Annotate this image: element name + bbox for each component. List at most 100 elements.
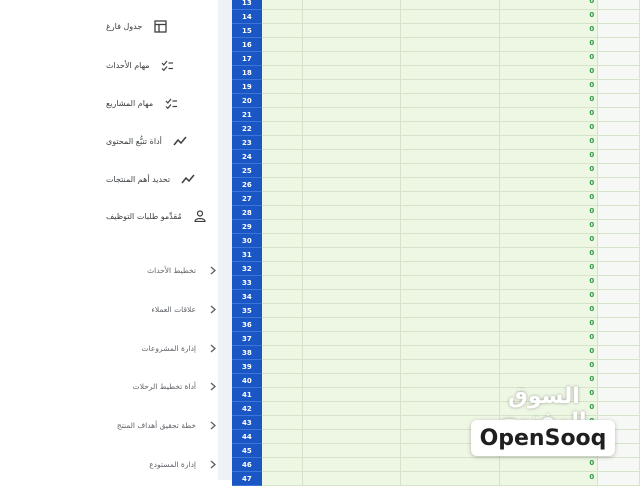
table-cell[interactable] — [261, 234, 303, 248]
table-cell[interactable] — [261, 24, 303, 38]
table-cell[interactable] — [302, 150, 402, 164]
table-cell[interactable]: 0 — [499, 52, 599, 66]
table-cell[interactable]: 0 — [499, 0, 599, 10]
table-cell[interactable] — [302, 416, 402, 430]
table-cell[interactable] — [302, 346, 402, 360]
table-cell[interactable] — [261, 360, 303, 374]
table-cell[interactable] — [401, 458, 500, 472]
table-cell[interactable] — [598, 94, 640, 108]
sidebar-item-content-tracker[interactable]: أداة تتبُّع المحتوى — [106, 131, 218, 151]
table-cell[interactable]: 0 — [499, 472, 599, 486]
row-number[interactable]: 45 — [232, 444, 262, 458]
table-row[interactable]: 46 0 — [232, 458, 640, 472]
table-cell[interactable] — [401, 332, 500, 346]
table-cell[interactable] — [401, 276, 500, 290]
table-cell[interactable] — [401, 472, 500, 486]
table-row[interactable]: 18 0 — [232, 66, 640, 80]
table-row[interactable]: 30 0 — [232, 234, 640, 248]
table-cell[interactable] — [401, 164, 500, 178]
table-cell[interactable] — [598, 206, 640, 220]
row-number[interactable]: 35 — [232, 304, 262, 318]
row-number[interactable]: 38 — [232, 346, 262, 360]
table-cell[interactable]: 0 — [499, 122, 599, 136]
row-number[interactable]: 30 — [232, 234, 262, 248]
table-cell[interactable]: 0 — [499, 108, 599, 122]
table-cell[interactable]: 0 — [499, 80, 599, 94]
table-cell[interactable] — [401, 38, 500, 52]
table-cell[interactable] — [302, 234, 402, 248]
table-cell[interactable] — [401, 0, 500, 10]
table-row[interactable]: 27 0 — [232, 192, 640, 206]
table-row[interactable]: 36 0 — [232, 318, 640, 332]
sidebar-item-event-tasks[interactable]: مهام الأحداث — [106, 55, 218, 75]
row-number[interactable]: 19 — [232, 80, 262, 94]
row-number[interactable]: 25 — [232, 164, 262, 178]
table-row[interactable]: 24 0 — [232, 150, 640, 164]
table-cell[interactable]: 0 — [499, 318, 599, 332]
table-cell[interactable] — [401, 192, 500, 206]
table-cell[interactable] — [261, 66, 303, 80]
table-cell[interactable] — [302, 374, 402, 388]
table-cell[interactable] — [401, 136, 500, 150]
table-cell[interactable] — [401, 234, 500, 248]
row-number[interactable]: 41 — [232, 388, 262, 402]
row-number[interactable]: 21 — [232, 108, 262, 122]
table-cell[interactable] — [401, 206, 500, 220]
table-cell[interactable] — [261, 444, 303, 458]
row-number[interactable]: 16 — [232, 38, 262, 52]
table-cell[interactable] — [401, 52, 500, 66]
table-cell[interactable] — [302, 178, 402, 192]
table-cell[interactable] — [302, 458, 402, 472]
table-cell[interactable] — [261, 276, 303, 290]
row-number[interactable]: 37 — [232, 332, 262, 346]
table-row[interactable]: 20 0 — [232, 94, 640, 108]
table-cell[interactable]: 0 — [499, 248, 599, 262]
table-cell[interactable] — [302, 388, 402, 402]
table-cell[interactable] — [598, 318, 640, 332]
row-number[interactable]: 15 — [232, 24, 262, 38]
table-cell[interactable] — [302, 444, 402, 458]
table-cell[interactable] — [302, 332, 402, 346]
table-row[interactable]: 29 0 — [232, 220, 640, 234]
table-cell[interactable] — [261, 248, 303, 262]
table-cell[interactable] — [261, 346, 303, 360]
table-cell[interactable] — [401, 80, 500, 94]
table-cell[interactable] — [302, 220, 402, 234]
table-cell[interactable] — [401, 318, 500, 332]
table-row[interactable]: 39 0 — [232, 360, 640, 374]
row-number[interactable]: 47 — [232, 472, 262, 486]
row-number[interactable]: 33 — [232, 276, 262, 290]
group-product-goals-plan[interactable]: خطة تحقيق أهداف المنتج — [106, 416, 218, 434]
table-cell[interactable] — [261, 262, 303, 276]
table-cell[interactable] — [401, 122, 500, 136]
table-row[interactable]: 21 0 — [232, 108, 640, 122]
table-cell[interactable]: 0 — [499, 24, 599, 38]
table-cell[interactable] — [401, 262, 500, 276]
table-cell[interactable] — [261, 332, 303, 346]
table-cell[interactable] — [302, 108, 402, 122]
row-number[interactable]: 24 — [232, 150, 262, 164]
table-cell[interactable] — [598, 178, 640, 192]
table-cell[interactable] — [302, 24, 402, 38]
table-cell[interactable] — [401, 304, 500, 318]
sidebar-item-job-applicants[interactable]: مُقدِّمو طلبات التوظيف — [106, 206, 218, 226]
group-event-planning[interactable]: تخطيط الأحداث — [106, 261, 218, 279]
table-cell[interactable] — [401, 66, 500, 80]
table-row[interactable]: 23 0 — [232, 136, 640, 150]
table-cell[interactable] — [261, 192, 303, 206]
row-number[interactable]: 39 — [232, 360, 262, 374]
table-cell[interactable] — [302, 318, 402, 332]
table-row[interactable]: 38 0 — [232, 346, 640, 360]
table-cell[interactable] — [598, 122, 640, 136]
table-cell[interactable]: 0 — [499, 38, 599, 52]
row-number[interactable]: 18 — [232, 66, 262, 80]
row-number[interactable]: 28 — [232, 206, 262, 220]
table-row[interactable]: 13 0 — [232, 0, 640, 10]
table-row[interactable]: 31 0 — [232, 248, 640, 262]
table-cell[interactable]: 0 — [499, 150, 599, 164]
table-cell[interactable] — [261, 458, 303, 472]
table-cell[interactable] — [598, 220, 640, 234]
row-number[interactable]: 22 — [232, 122, 262, 136]
table-cell[interactable] — [598, 332, 640, 346]
row-number[interactable]: 26 — [232, 178, 262, 192]
